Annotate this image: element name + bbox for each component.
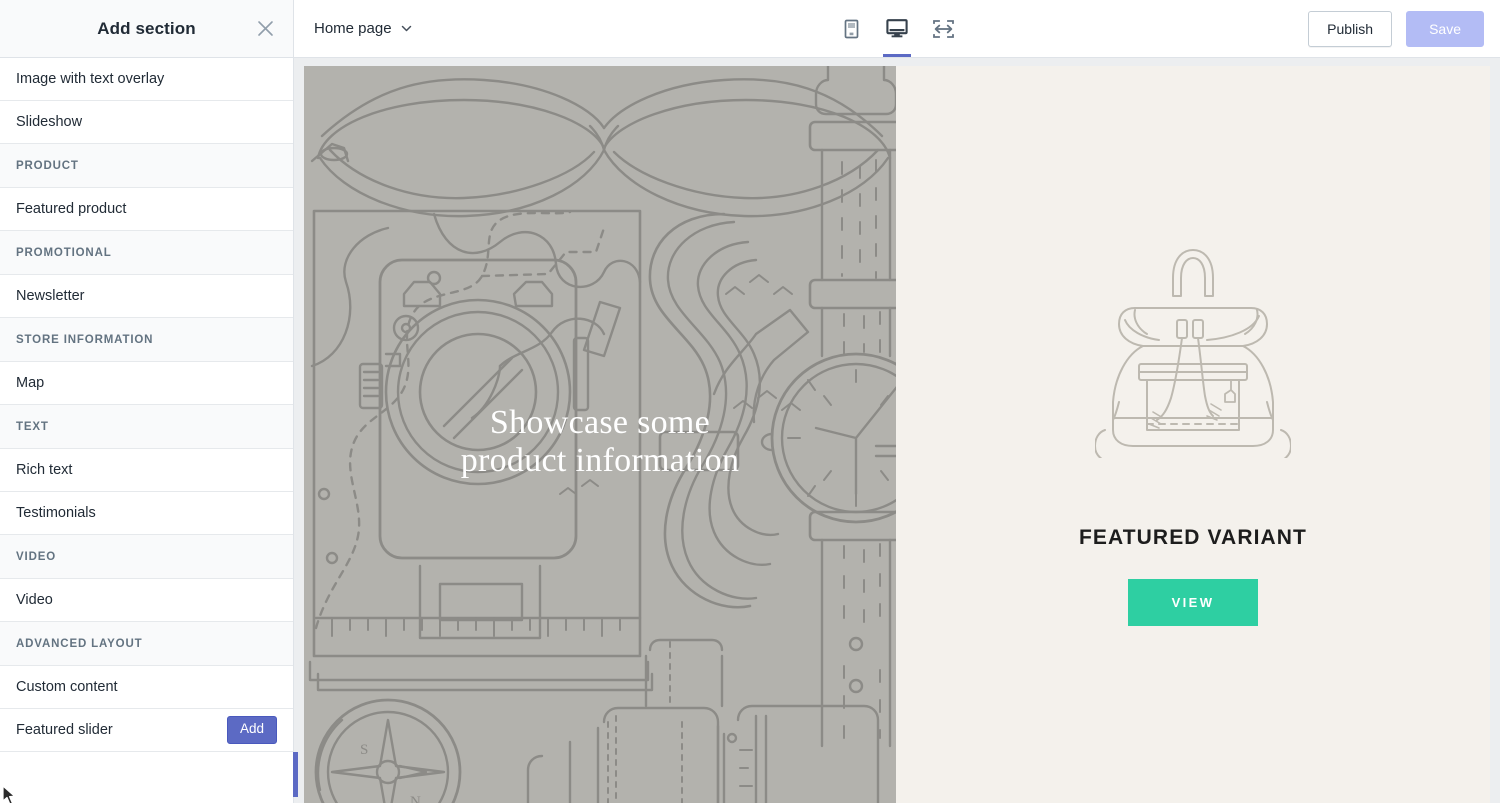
close-glyph <box>257 21 273 36</box>
section-list-item-label: Slideshow <box>16 113 83 130</box>
section-group-label: STORE INFORMATION <box>0 318 293 362</box>
section-list-item-label: Testimonials <box>16 504 96 521</box>
section-group-label: ADVANCED LAYOUT <box>0 622 293 666</box>
desktop-icon <box>886 19 908 38</box>
section-list[interactable]: Image with text overlay Slideshow PRODUCT F… <box>0 58 293 803</box>
section-list-item[interactable]: Custom content <box>0 666 293 709</box>
editor-toolbar: Home page Publish Save <box>294 0 1500 58</box>
toolbar-actions: Publish Save <box>1308 10 1484 47</box>
theme-editor: Add section Image with text overlay Slide… <box>0 0 1500 803</box>
section-list-item[interactable]: Image with text overlay <box>0 58 293 101</box>
section-list-item[interactable]: Rich text <box>0 449 293 492</box>
svg-text:N: N <box>410 794 421 803</box>
section-group-label: VIDEO <box>0 535 293 579</box>
add-section-button[interactable]: Add <box>226 716 277 744</box>
hero-section[interactable]: S N Showcase some product information <box>304 66 896 803</box>
section-list-item-label: Rich text <box>16 461 73 478</box>
section-list-item-label: Featured slider <box>16 721 113 738</box>
section-list-item[interactable]: Map <box>0 362 293 405</box>
section-group-label: TEXT <box>0 405 293 449</box>
mobile-view-button[interactable] <box>834 0 868 57</box>
section-list-item-label: Image with text overlay <box>16 70 165 87</box>
desktop-view-button[interactable] <box>880 0 914 57</box>
panel-title: Add section <box>97 18 196 38</box>
section-list-item-label: Featured product <box>16 200 127 217</box>
backpack-illustration <box>1095 248 1291 458</box>
page-selector[interactable]: Home page <box>310 14 417 43</box>
storefront-preview[interactable]: S N Showcase some product information FE… <box>304 66 1490 803</box>
section-list-item[interactable]: Video <box>0 579 293 622</box>
section-list-item-label: Map <box>16 374 45 391</box>
svg-text:S: S <box>360 742 368 758</box>
page-selector-label: Home page <box>314 20 392 37</box>
hero-heading-line2: product information <box>460 442 740 480</box>
section-list-item-label: Newsletter <box>16 287 85 304</box>
chevron-down-icon <box>401 25 411 32</box>
full-width-view-button[interactable] <box>926 0 960 57</box>
add-section-panel: Add section Image with text overlay Slide… <box>0 0 298 803</box>
publish-button[interactable]: Publish <box>1308 10 1393 47</box>
hero-heading: Showcase some product information <box>304 404 896 480</box>
mobile-icon <box>844 19 858 38</box>
section-list-item[interactable]: Slideshow <box>0 101 293 144</box>
section-list-item[interactable]: Featured product <box>0 188 293 231</box>
featured-product-section: FEATURED VARIANT VIEW <box>896 66 1490 803</box>
section-list-item-label: Custom content <box>16 678 118 695</box>
save-button: Save <box>1406 10 1484 47</box>
device-toggle-group <box>834 0 960 58</box>
hero-heading-line1: Showcase some <box>489 404 711 441</box>
product-title: FEATURED VARIANT <box>1079 525 1307 549</box>
full-width-icon <box>932 19 954 38</box>
drag-indicator[interactable] <box>293 752 298 797</box>
section-list-item[interactable]: Newsletter <box>0 275 293 318</box>
section-list-item-label: Video <box>16 591 53 608</box>
section-group-label: PRODUCT <box>0 144 293 188</box>
mouse-cursor <box>2 785 16 803</box>
close-icon[interactable] <box>250 14 280 44</box>
view-product-button[interactable]: VIEW <box>1127 578 1259 626</box>
section-group-label: PROMOTIONAL <box>0 231 293 275</box>
editor-main: Home page Publish Save S N Showcase some… <box>294 0 1500 803</box>
panel-header: Add section <box>0 0 293 58</box>
preview-canvas: S N Showcase some product information FE… <box>294 58 1500 803</box>
section-list-item[interactable]: Featured slider Add <box>0 709 293 752</box>
section-list-item[interactable]: Testimonials <box>0 492 293 535</box>
